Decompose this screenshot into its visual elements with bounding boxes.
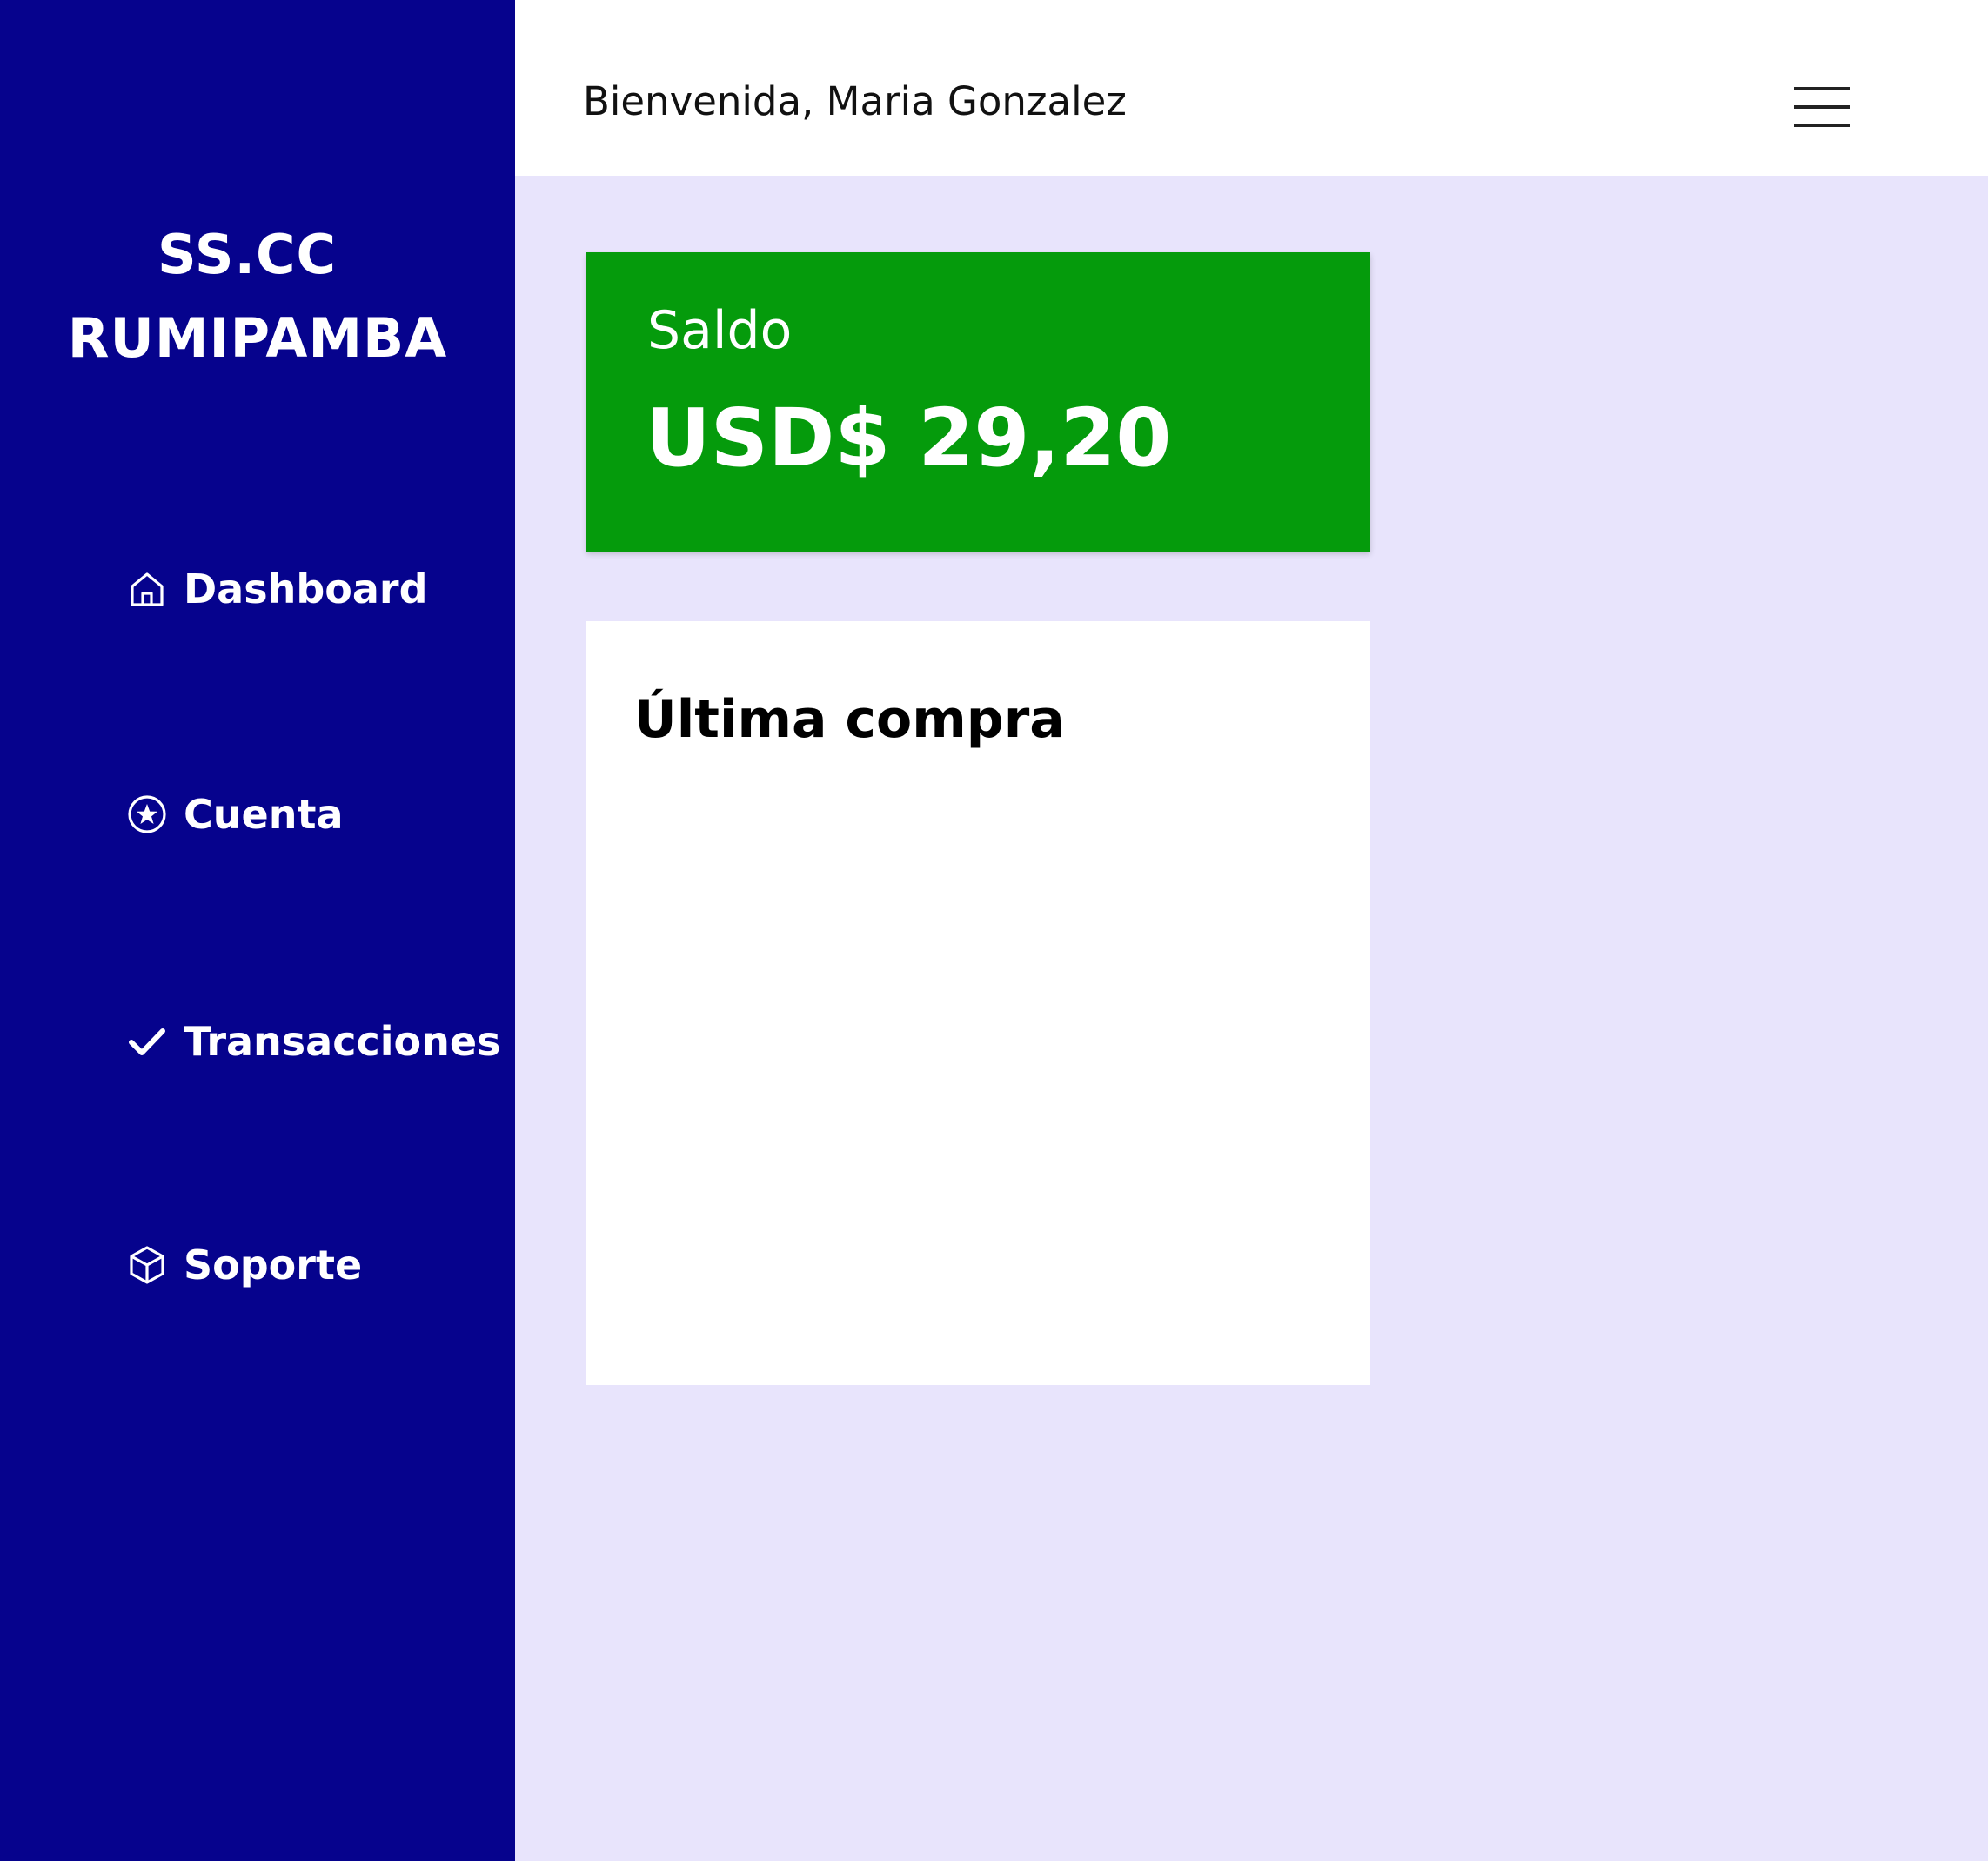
brand-line-2: RUMIPAMBA	[67, 306, 448, 370]
sidebar: SS.CC RUMIPAMBA Dashboard Cuenta Transac…	[0, 0, 515, 1861]
check-icon	[126, 1021, 168, 1062]
balance-label: Saldo	[647, 300, 793, 361]
hamburger-menu-icon[interactable]	[1794, 87, 1850, 127]
brand-line-1: SS.CC	[157, 223, 338, 286]
sidebar-item-dashboard[interactable]: Dashboard	[126, 559, 428, 619]
last-purchase-card: Última compra	[586, 621, 1370, 1385]
cube-icon	[126, 1244, 168, 1286]
sidebar-item-label: Dashboard	[184, 566, 428, 613]
balance-amount: USD$ 29,20	[646, 392, 1172, 485]
sidebar-item-cuenta[interactable]: Cuenta	[126, 784, 343, 845]
sidebar-item-label: Cuenta	[184, 791, 344, 838]
welcome-message: Bienvenida, Maria Gonzalez	[583, 78, 1127, 124]
sidebar-item-label: Transacciones	[184, 1018, 501, 1065]
sidebar-item-transacciones[interactable]: Transacciones	[126, 1011, 500, 1072]
top-bar: Bienvenida, Maria Gonzalez	[515, 0, 1988, 176]
sidebar-item-label: Soporte	[184, 1242, 363, 1289]
sidebar-item-soporte[interactable]: Soporte	[126, 1235, 362, 1295]
app-root: SS.CC RUMIPAMBA Dashboard Cuenta Transac…	[0, 0, 1988, 1861]
balance-card: Saldo USD$ 29,20	[586, 252, 1370, 552]
brand-logo-text: SS.CC RUMIPAMBA	[0, 213, 515, 380]
last-purchase-title: Última compra	[634, 689, 1065, 750]
star-circle-icon	[126, 793, 168, 835]
home-icon	[126, 568, 168, 610]
